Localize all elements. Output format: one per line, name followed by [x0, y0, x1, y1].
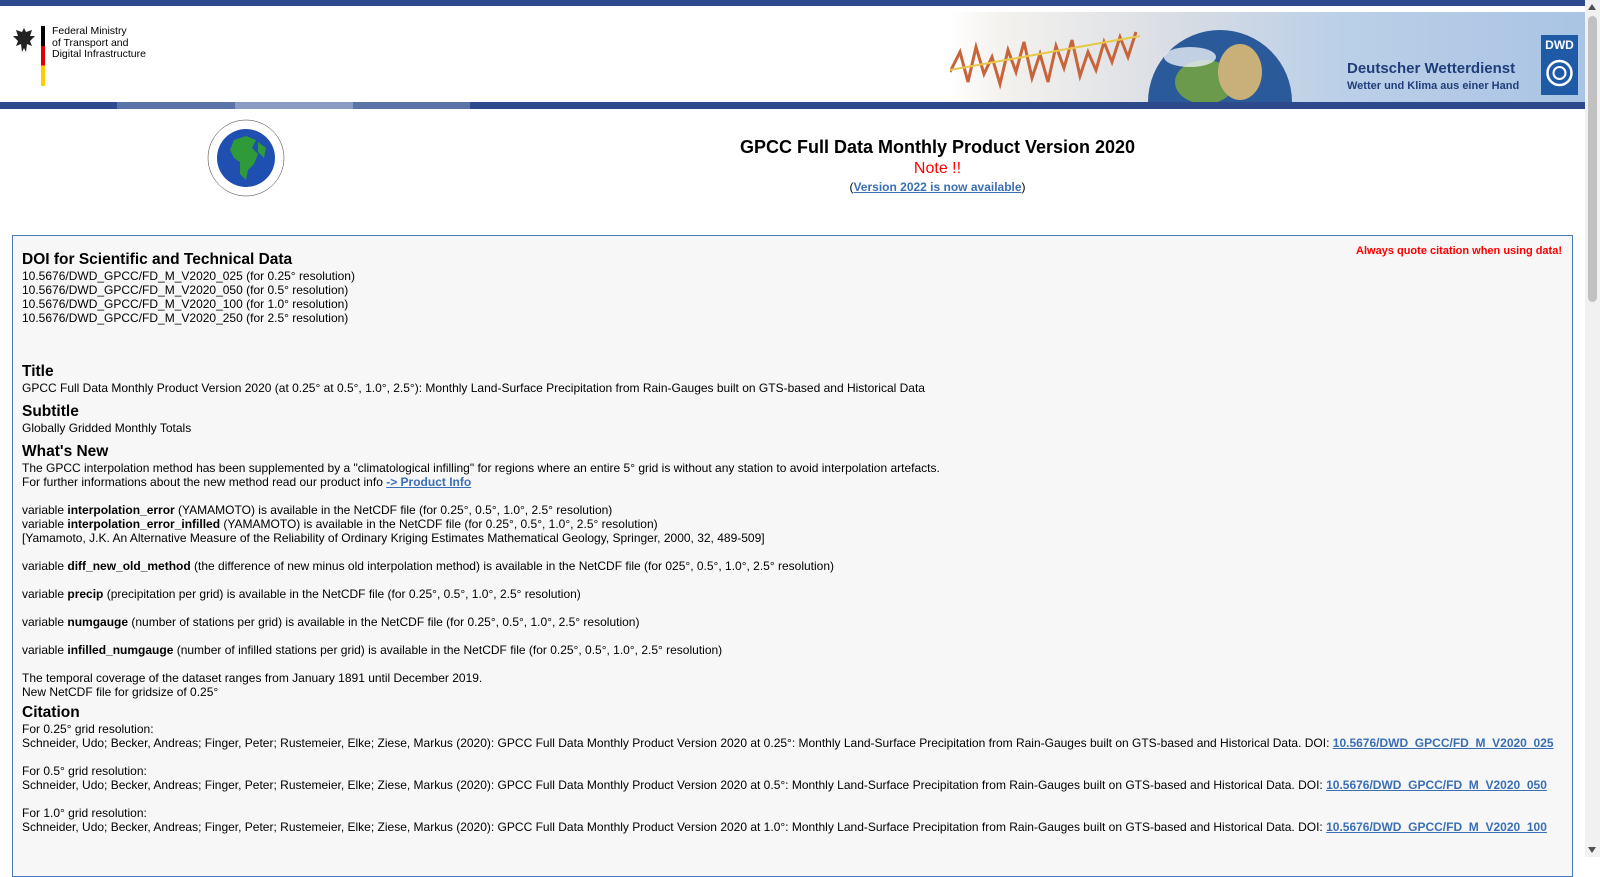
- doi-item: 10.5676/DWD_GPCC/FD_M_V2020_100 (for 1.0…: [22, 297, 349, 311]
- reference-text: [Yamamoto, J.K. An Alternative Measure o…: [22, 531, 765, 545]
- variable-line: variable numgauge (number of stations pe…: [22, 615, 1552, 629]
- title-text: GPCC Full Data Monthly Product Version 2…: [22, 381, 925, 395]
- citation-doi-link[interactable]: 10.5676/DWD_GPCC/FD_M_V2020_050: [1326, 778, 1547, 792]
- subtitle-text: Globally Gridded Monthly Totals: [22, 421, 192, 435]
- variable-desc: (number of stations per grid) is availab…: [128, 615, 640, 629]
- variable-name: numgauge: [67, 615, 129, 629]
- citation-body: Schneider, Udo; Becker, Andreas; Finger,…: [22, 778, 1327, 792]
- ministry-name: Federal Ministry of Transport and Digita…: [52, 25, 192, 61]
- doi-item: 10.5676/DWD_GPCC/FD_M_V2020_050 (for 0.5…: [22, 283, 349, 297]
- product-info-line: For further informations about the new m…: [22, 475, 1552, 489]
- variable-prefix: variable: [22, 615, 68, 629]
- variable-desc: (YAMAMOTO) is available in the NetCDF fi…: [220, 517, 658, 531]
- dwd-tagline: Wetter und Klima aus einer Hand: [1347, 80, 1520, 92]
- page-title: GPCC Full Data Monthly Product Version 2…: [739, 137, 1136, 157]
- netcdf-text: New NetCDF file for gridsize of 0.25°: [22, 685, 219, 699]
- scroll-up-icon[interactable]: [1588, 4, 1596, 10]
- content-body: DOI for Scientific and Technical Data 10…: [22, 251, 1554, 834]
- variable-desc: (number of infilled stations per grid) i…: [173, 643, 723, 657]
- citation-label: For 0.5° grid resolution:: [22, 764, 147, 778]
- dwd-logo[interactable]: DWD: [1541, 35, 1578, 95]
- scroll-down-icon[interactable]: [1588, 847, 1596, 853]
- variable-desc: (the difference of new minus old interpo…: [190, 559, 835, 573]
- citation-heading: Citation: [22, 704, 80, 721]
- variable-name: diff_new_old_method: [67, 559, 191, 573]
- gpcc-globe-logo: [207, 119, 285, 197]
- citation-doi-link[interactable]: 10.5676/DWD_GPCC/FD_M_V2020_100: [1326, 820, 1547, 834]
- variable-prefix: variable: [22, 503, 68, 517]
- citation-body: Schneider, Udo; Becker, Andreas; Finger,…: [22, 736, 1333, 750]
- variable-name: precip: [67, 587, 104, 601]
- citation-text: Schneider, Udo; Becker, Andreas; Finger,…: [22, 736, 1554, 750]
- version-2022-link[interactable]: Version 2022 is now available: [853, 180, 1021, 194]
- citation-text: Schneider, Udo; Becker, Andreas; Finger,…: [22, 820, 1552, 834]
- doi-item: 10.5676/DWD_GPCC/FD_M_V2020_025 (for 0.2…: [22, 269, 355, 283]
- citation-label: For 1.0° grid resolution:: [22, 806, 147, 820]
- nav-segment[interactable]: [0, 102, 117, 109]
- variable-line: variable interpolation_error (YAMAMOTO) …: [22, 503, 1552, 517]
- coverage-text: The temporal coverage of the dataset ran…: [22, 671, 483, 685]
- variable-line: variable diff_new_old_method (the differ…: [22, 559, 1552, 573]
- federal-eagle-icon: [13, 28, 35, 52]
- doi-item: 10.5676/DWD_GPCC/FD_M_V2020_250 (for 2.5…: [22, 311, 349, 325]
- citation-text: Schneider, Udo; Becker, Andreas; Finger,…: [22, 778, 1552, 792]
- product-info-link[interactable]: -> Product Info: [386, 475, 471, 489]
- subtitle-heading: Subtitle: [22, 403, 79, 420]
- note-label: Note !!: [913, 160, 962, 177]
- dwd-banner[interactable]: Deutscher Wetterdienst Wetter und Klima …: [950, 12, 1585, 108]
- whats-new-heading: What's New: [22, 443, 109, 460]
- nav-segment[interactable]: [235, 102, 353, 109]
- variable-desc: (precipitation per grid) is available in…: [103, 587, 581, 601]
- whats-new-text: The GPCC interpolation method has been s…: [22, 461, 940, 475]
- product-info-prefix: For further informations about the new m…: [22, 475, 387, 489]
- variable-name: infilled_numgauge: [67, 643, 174, 657]
- page-title-block: GPCC Full Data Monthly Product Version 2…: [700, 137, 1175, 194]
- variable-line: variable interpolation_error_infilled (Y…: [22, 517, 1552, 531]
- doi-heading: DOI for Scientific and Technical Data: [22, 251, 293, 268]
- variable-prefix: variable: [22, 559, 68, 573]
- nav-segment[interactable]: [353, 102, 470, 109]
- citation-label: For 0.25° grid resolution:: [22, 722, 154, 736]
- variable-desc: (YAMAMOTO) is available in the NetCDF fi…: [174, 503, 613, 517]
- nav-segment[interactable]: [117, 102, 235, 109]
- version-notice: (Version 2022 is now available): [700, 180, 1175, 194]
- variable-line: variable infilled_numgauge (number of in…: [22, 643, 1552, 657]
- ministry-line: Digital Infrastructure: [52, 48, 146, 60]
- title-heading: Title: [22, 363, 54, 380]
- site-header: Federal Ministry of Transport and Digita…: [0, 6, 1585, 108]
- citation-doi-link[interactable]: 10.5676/DWD_GPCC/FD_M_V2020_025: [1333, 736, 1554, 750]
- close-paren: ): [1021, 180, 1026, 194]
- variable-prefix: variable: [22, 517, 68, 531]
- variable-prefix: variable: [22, 643, 68, 657]
- scroll-thumb[interactable]: [1588, 16, 1597, 302]
- dwd-name: Deutscher Wetterdienst: [1347, 60, 1516, 77]
- german-flag-bar: [41, 26, 45, 86]
- ministry-line: Federal Ministry: [52, 25, 127, 37]
- variable-name: interpolation_error: [67, 503, 175, 517]
- variable-name: interpolation_error_infilled: [67, 517, 221, 531]
- nav-bar: [0, 102, 1585, 109]
- variable-prefix: variable: [22, 587, 68, 601]
- content-panel: Always quote citation when using data! D…: [12, 235, 1573, 877]
- variable-line: variable precip (precipitation per grid)…: [22, 587, 1552, 601]
- citation-body: Schneider, Udo; Becker, Andreas; Finger,…: [22, 820, 1327, 834]
- vertical-scrollbar[interactable]: [1585, 0, 1600, 857]
- dwd-swirl-icon: [1546, 59, 1573, 87]
